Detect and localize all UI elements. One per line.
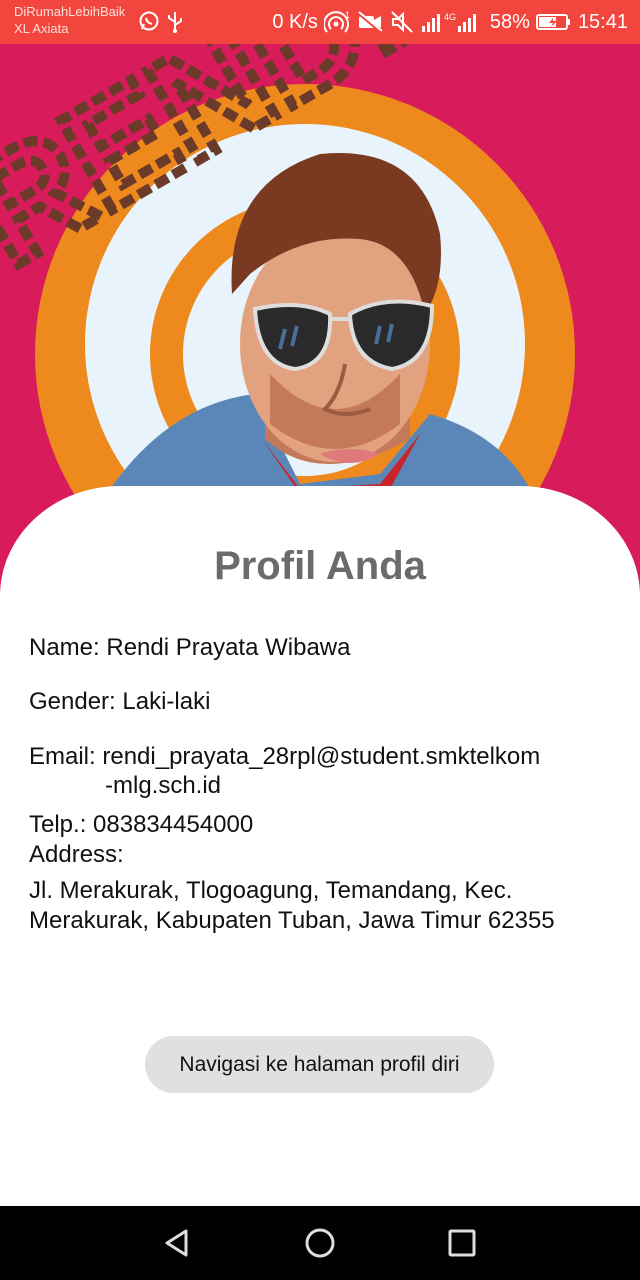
network-type: 4G xyxy=(444,12,456,22)
carrier-line-1: DiRumahLebihBaik xyxy=(14,4,126,19)
net-speed: 0 K/s xyxy=(272,10,318,33)
status-bar: DiRumahLebihBaik XL Axiata 0 K/s 1 4G 58… xyxy=(0,0,640,44)
carrier-label: DiRumahLebihBaik XL Axiata xyxy=(14,3,125,37)
hotspot-icon: 1 xyxy=(323,10,350,33)
battery-icon xyxy=(535,14,570,30)
profile-address-label: Address: xyxy=(29,841,124,868)
page-title: Profil Anda xyxy=(214,544,426,588)
recents-icon[interactable] xyxy=(445,1226,479,1260)
profile-name: Name: Rendi Prayata Wibawa xyxy=(29,634,351,661)
whatsapp-icon xyxy=(139,11,159,31)
signal-icon: 4G xyxy=(421,12,476,32)
navigate-profile-button[interactable]: Navigasi ke halaman profil diri xyxy=(145,1036,494,1093)
system-nav-bar xyxy=(0,1206,640,1280)
profile-email-continued: -mlg.sch.id xyxy=(105,772,222,799)
svg-text:1: 1 xyxy=(345,10,350,20)
clock: 15:41 xyxy=(577,10,628,33)
status-right: 0 K/s 1 4G 58% 15:41 xyxy=(272,0,628,44)
battery-percent: 58% xyxy=(489,10,530,33)
usb-icon xyxy=(168,12,182,33)
carrier-line-2: XL Axiata xyxy=(14,21,69,36)
profile-address-line-2: Merakurak, Kabupaten Tuban, Jawa Timur 6… xyxy=(29,907,555,934)
profile-address-line-1: Jl. Merakurak, Tlogoagung, Temandang, Ke… xyxy=(29,877,513,904)
back-icon[interactable] xyxy=(160,1226,194,1260)
profile-gender: Gender: Laki-laki xyxy=(29,688,211,715)
home-icon[interactable] xyxy=(303,1226,337,1260)
profile-phone: Telp.: 083834454000 xyxy=(29,811,254,838)
mute-icon xyxy=(391,11,413,33)
profile-email: Email: rendi_prayata_28rpl@student.smkte… xyxy=(29,743,541,770)
video-off-icon xyxy=(356,11,383,34)
